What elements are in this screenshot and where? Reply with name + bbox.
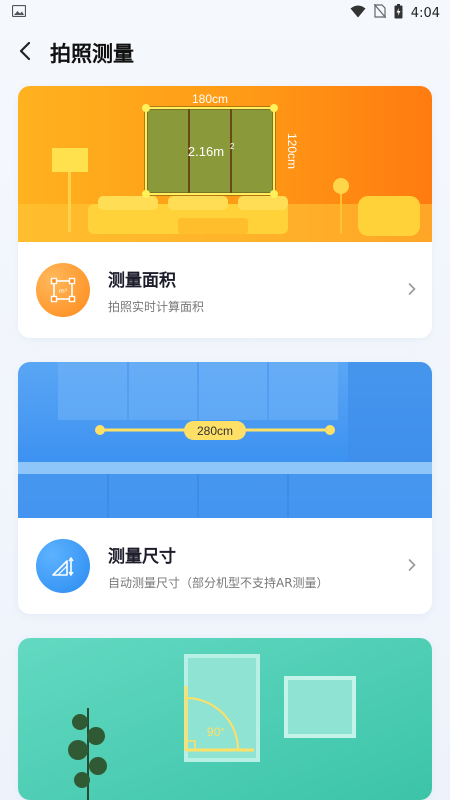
status-time: 4:04 xyxy=(410,5,440,21)
card-subtitle: 自动测量尺寸（部分机型不支持AR测量） xyxy=(108,575,329,590)
chevron-right-icon xyxy=(408,281,416,300)
angle-label: 90° xyxy=(207,725,225,739)
area-label: 2.16m xyxy=(188,144,224,159)
page-title: 拍照测量 xyxy=(50,42,134,66)
back-button[interactable] xyxy=(14,38,36,68)
measure-area-card[interactable]: 180cm 120cm 2.16m 2 m² 测量面积 拍照实时计算面积 xyxy=(18,86,432,338)
no-sim-icon xyxy=(373,3,387,22)
area-frame-icon: m² xyxy=(36,263,90,317)
height-label: 120cm xyxy=(285,133,299,169)
angle-preview-image: 90° xyxy=(18,638,432,800)
area-superscript: 2 xyxy=(230,142,235,151)
length-label: 280cm xyxy=(197,424,233,438)
width-label: 180cm xyxy=(192,92,228,106)
image-icon xyxy=(11,4,27,21)
chevron-right-icon xyxy=(408,557,416,576)
measure-size-card[interactable]: 280cm 测量尺寸 自动测量尺寸（部分机型不支持AR测量） xyxy=(18,362,432,614)
status-bar: 4:04 xyxy=(0,0,450,26)
chevron-left-icon xyxy=(19,41,31,65)
size-preview-image: 280cm xyxy=(18,362,432,518)
header: 拍照测量 xyxy=(0,30,450,76)
area-preview-image: 180cm 120cm 2.16m 2 xyxy=(18,86,432,242)
measure-angle-card[interactable]: 90° xyxy=(18,638,432,800)
card-title: 测量面积 xyxy=(108,270,176,291)
svg-text:m²: m² xyxy=(59,288,68,295)
wifi-icon xyxy=(350,5,366,22)
card-subtitle: 拍照实时计算面积 xyxy=(108,299,205,314)
ruler-triangle-icon xyxy=(36,539,90,593)
battery-icon xyxy=(394,3,403,23)
card-title: 测量尺寸 xyxy=(108,546,176,567)
